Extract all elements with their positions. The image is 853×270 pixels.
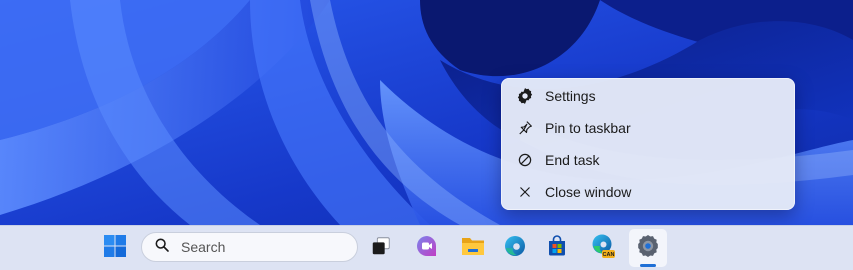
context-menu: Settings Pin to taskbar End task Close w… (501, 78, 795, 210)
pin-icon (516, 119, 534, 137)
active-app-indicator (640, 264, 656, 267)
menu-item-label: End task (545, 152, 600, 168)
edge-canary-icon: CAN (590, 233, 616, 264)
start-button[interactable] (96, 229, 134, 267)
search-icon (154, 237, 170, 258)
close-icon (516, 183, 534, 201)
menu-item-end-task[interactable]: End task (501, 144, 795, 176)
task-view-icon (370, 235, 392, 262)
microsoft-store-icon (545, 234, 569, 263)
settings-app-button[interactable] (629, 229, 667, 267)
taskbar-search-box[interactable] (141, 232, 358, 262)
taskbar: CAN (0, 225, 853, 270)
microsoft-store-button[interactable] (538, 229, 576, 267)
gear-icon (516, 87, 534, 105)
canary-badge-text: CAN (603, 252, 615, 258)
settings-app-icon (636, 234, 660, 263)
teams-chat-icon (415, 234, 439, 263)
menu-item-label: Settings (545, 88, 596, 104)
teams-chat-button[interactable] (408, 229, 446, 267)
windows-start-icon (103, 234, 127, 263)
edge-browser-button[interactable] (496, 229, 534, 267)
menu-item-settings[interactable]: Settings (501, 80, 795, 112)
file-explorer-icon (460, 234, 486, 263)
search-input[interactable] (179, 238, 343, 256)
menu-item-pin-to-taskbar[interactable]: Pin to taskbar (501, 112, 795, 144)
menu-item-label: Close window (545, 184, 632, 200)
task-view-button[interactable] (362, 229, 400, 267)
menu-item-close-window[interactable]: Close window (501, 176, 795, 208)
menu-item-label: Pin to taskbar (545, 120, 631, 136)
file-explorer-button[interactable] (454, 229, 492, 267)
end-task-icon (516, 151, 534, 169)
edge-canary-button[interactable]: CAN (584, 229, 622, 267)
edge-browser-icon (503, 234, 527, 263)
